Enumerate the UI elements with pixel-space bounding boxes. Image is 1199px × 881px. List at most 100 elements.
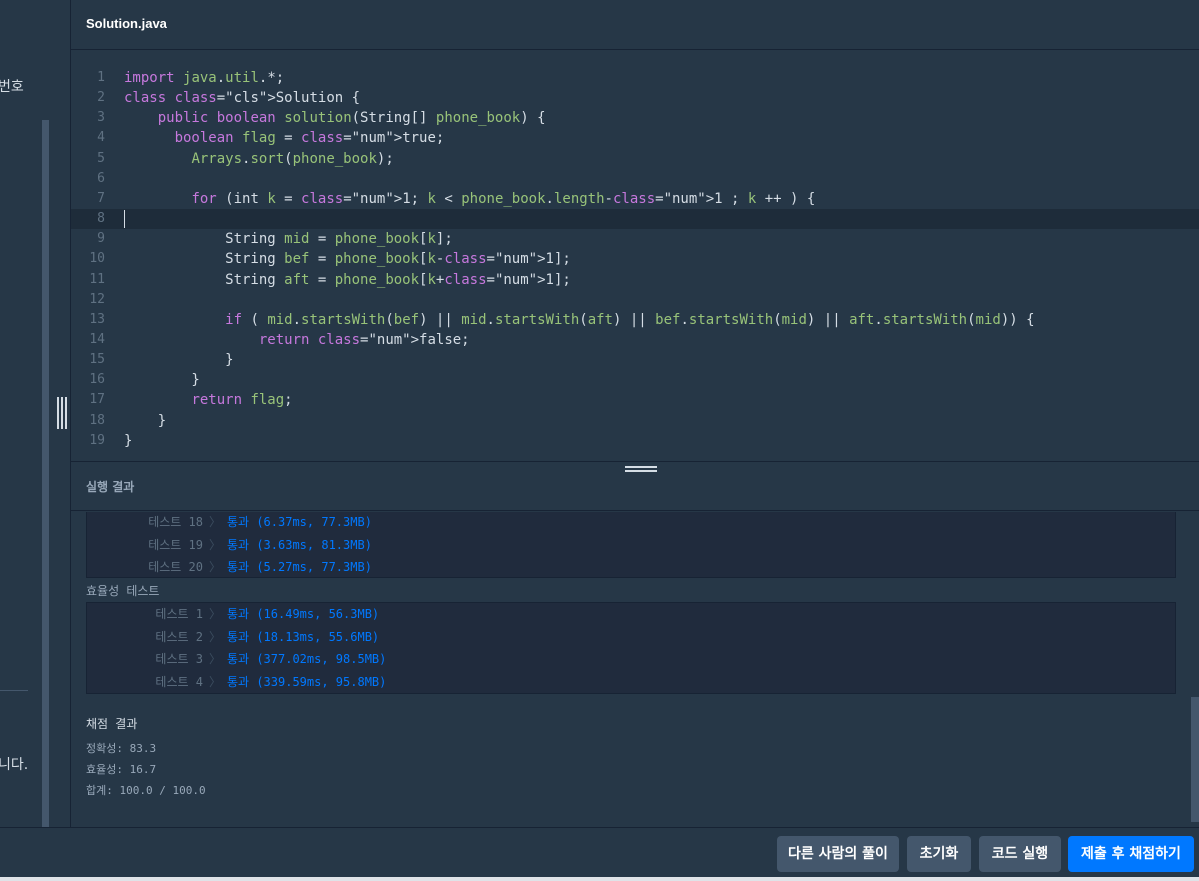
code-line[interactable]: 17 return flag; — [71, 390, 1199, 410]
chevron-right-icon: 〉 — [209, 629, 222, 644]
code-text: public boolean solution(String[] phone_b… — [157, 110, 546, 127]
code-line[interactable]: 11 String aft = phone_book[k+class="num"… — [71, 270, 1199, 290]
line-number: 12 — [89, 291, 105, 307]
efficiency-section-label: 효율성 테스트 — [86, 584, 160, 598]
code-text: for (int k = class="num">1; k < phone_bo… — [191, 190, 816, 207]
submit-button[interactable]: 제출 후 채점하기 — [1068, 836, 1194, 872]
panel-resize-handle[interactable] — [57, 397, 68, 429]
code-text: if ( mid.startsWith(bef) || mid.startsWi… — [225, 311, 1035, 328]
test-result: 통과 (6.37ms, 77.3MB) — [227, 515, 372, 529]
panel-divider — [0, 690, 28, 691]
code-line[interactable]: 15 } — [71, 350, 1199, 370]
chevron-right-icon: 〉 — [209, 537, 222, 552]
line-number: 18 — [89, 412, 105, 428]
run-code-button[interactable]: 코드 실행 — [979, 836, 1061, 872]
test-result: 통과 (377.02ms, 98.5MB) — [227, 652, 387, 666]
line-number: 9 — [97, 231, 105, 247]
code-line[interactable]: 7 for (int k = class="num">1; k < phone_… — [71, 189, 1199, 209]
line-number: 6 — [97, 170, 105, 186]
code-text: return flag; — [191, 392, 293, 409]
chevron-right-icon: 〉 — [209, 607, 222, 621]
code-text: } — [124, 412, 167, 429]
file-tab[interactable]: Solution.java — [86, 16, 167, 31]
code-line[interactable]: 19} — [71, 431, 1199, 451]
problem-panel: 번호 니다. — [0, 0, 70, 827]
window-bottom-edge — [0, 877, 1199, 881]
result-panel: 실행 결과 테스트 18 〉 통과 (6.37ms, 77.3MB) 테스트 19 〉 통… — [71, 461, 1199, 827]
text-cursor — [124, 210, 125, 229]
line-number: 11 — [89, 271, 105, 287]
test-row: 테스트 4 〉 통과 (339.59ms, 95.8MB) — [87, 671, 1175, 694]
code-line[interactable]: 12 — [71, 290, 1199, 310]
code-text: return class="num">false; — [258, 331, 470, 348]
reset-button[interactable]: 초기화 — [907, 836, 971, 872]
test-result: 통과 (16.49ms, 56.3MB) — [227, 607, 380, 621]
code-line[interactable]: 5 Arrays.sort(phone_book); — [71, 149, 1199, 169]
code-line[interactable]: 3 public boolean solution(String[] phone… — [71, 108, 1199, 128]
test-label: 테스트 1 — [155, 607, 203, 621]
problem-text-fragment: 니다. — [0, 757, 29, 773]
result-scrollbar[interactable] — [1191, 697, 1199, 822]
line-number: 16 — [89, 372, 105, 388]
line-number: 5 — [97, 150, 105, 166]
test-label: 테스트 4 — [155, 674, 203, 689]
code-line[interactable]: 1 import java.util.*; — [71, 68, 1199, 88]
code-line[interactable]: 9 String mid = phone_book[k]; — [71, 229, 1199, 249]
chevron-right-icon: 〉 — [209, 560, 222, 574]
problem-scrollbar[interactable] — [42, 120, 49, 827]
code-line[interactable]: 14 return class="num">false; — [71, 330, 1199, 350]
code-text: Arrays.sort(phone_book); — [191, 150, 394, 167]
code-text: } — [124, 372, 200, 389]
result-body: 테스트 18 〉 통과 (6.37ms, 77.3MB) 테스트 19 〉 통과 (3.6… — [71, 512, 1199, 828]
line-number: 2 — [97, 90, 105, 106]
test-label: 테스트 19 — [148, 537, 203, 552]
chevron-right-icon: 〉 — [209, 674, 222, 689]
code-text: String mid = phone_book[k]; — [124, 231, 453, 248]
total-score: 합계: 100.0 / 100.0 — [86, 784, 206, 797]
line-number: 13 — [89, 311, 105, 327]
test-row: 테스트 20 〉 통과 (5.27ms, 77.3MB) — [87, 556, 1175, 579]
test-result: 통과 (5.27ms, 77.3MB) — [227, 560, 372, 574]
accuracy-test-list: 테스트 18 〉 통과 (6.37ms, 77.3MB) 테스트 19 〉 통과 (3.6… — [86, 512, 1176, 578]
test-row: 테스트 3 〉 통과 (377.02ms, 98.5MB) — [87, 648, 1175, 671]
test-label: 테스트 2 — [155, 629, 203, 644]
code-line[interactable]: 10 String bef = phone_book[k-class="num"… — [71, 249, 1199, 269]
file-tab-bar: Solution.java — [71, 0, 1199, 50]
code-text: String bef = phone_book[k-class="num">1]… — [124, 251, 571, 268]
code-line[interactable]: 18 } — [71, 411, 1199, 431]
problem-text-fragment: 번호 — [0, 79, 24, 95]
line-number: 10 — [89, 251, 105, 267]
test-row: 테스트 2 〉 통과 (18.13ms, 55.6MB) — [87, 626, 1175, 649]
code-editor[interactable]: 1 import java.util.*; 2 class class="cls">S… — [71, 51, 1199, 461]
code-line[interactable]: 16 } — [71, 370, 1199, 390]
line-number: 17 — [89, 392, 105, 408]
code-line[interactable]: 6 — [71, 169, 1199, 189]
code-line[interactable]: 8 — [71, 209, 1199, 230]
result-title: 실행 결과 — [86, 480, 135, 494]
test-row: 테스트 1 〉 통과 (16.49ms, 56.3MB) — [87, 603, 1175, 626]
line-number: 3 — [97, 110, 105, 126]
code-text: } — [124, 432, 133, 449]
test-result: 통과 (3.63ms, 81.3MB) — [227, 537, 372, 552]
test-result: 통과 (339.59ms, 95.8MB) — [227, 674, 387, 689]
chevron-right-icon: 〉 — [209, 515, 222, 529]
score-title: 채점 결과 — [86, 717, 138, 731]
chevron-right-icon: 〉 — [209, 652, 222, 666]
line-number: 8 — [97, 211, 105, 227]
accuracy-score: 정확성: 83.3 — [86, 742, 157, 755]
line-number: 1 — [97, 70, 105, 85]
result-header: 실행 결과 — [71, 462, 1199, 511]
efficiency-test-list: 테스트 1 〉 통과 (16.49ms, 56.3MB) 테스트 2 〉 통과 (18.1… — [86, 602, 1176, 694]
code-line[interactable]: 2 class class="cls">Solution { — [71, 88, 1199, 108]
code-line[interactable]: 13 if ( mid.startsWith(bef) || mid.start… — [71, 310, 1199, 330]
code-text: boolean flag = class="num">true; — [174, 130, 445, 147]
line-number: 15 — [89, 352, 105, 368]
test-row: 테스트 18 〉 통과 (6.37ms, 77.3MB) — [87, 512, 1175, 534]
line-number: 19 — [89, 432, 105, 448]
resize-grip-icon[interactable] — [625, 466, 657, 474]
code-text: import java.util.*; — [124, 70, 285, 86]
code-text: } — [124, 352, 234, 369]
code-line[interactable]: 4 boolean flag = class="num">true; — [71, 128, 1199, 148]
others-solution-button[interactable]: 다른 사람의 풀이 — [777, 836, 899, 872]
efficiency-score: 효율성: 16.7 — [86, 763, 157, 776]
